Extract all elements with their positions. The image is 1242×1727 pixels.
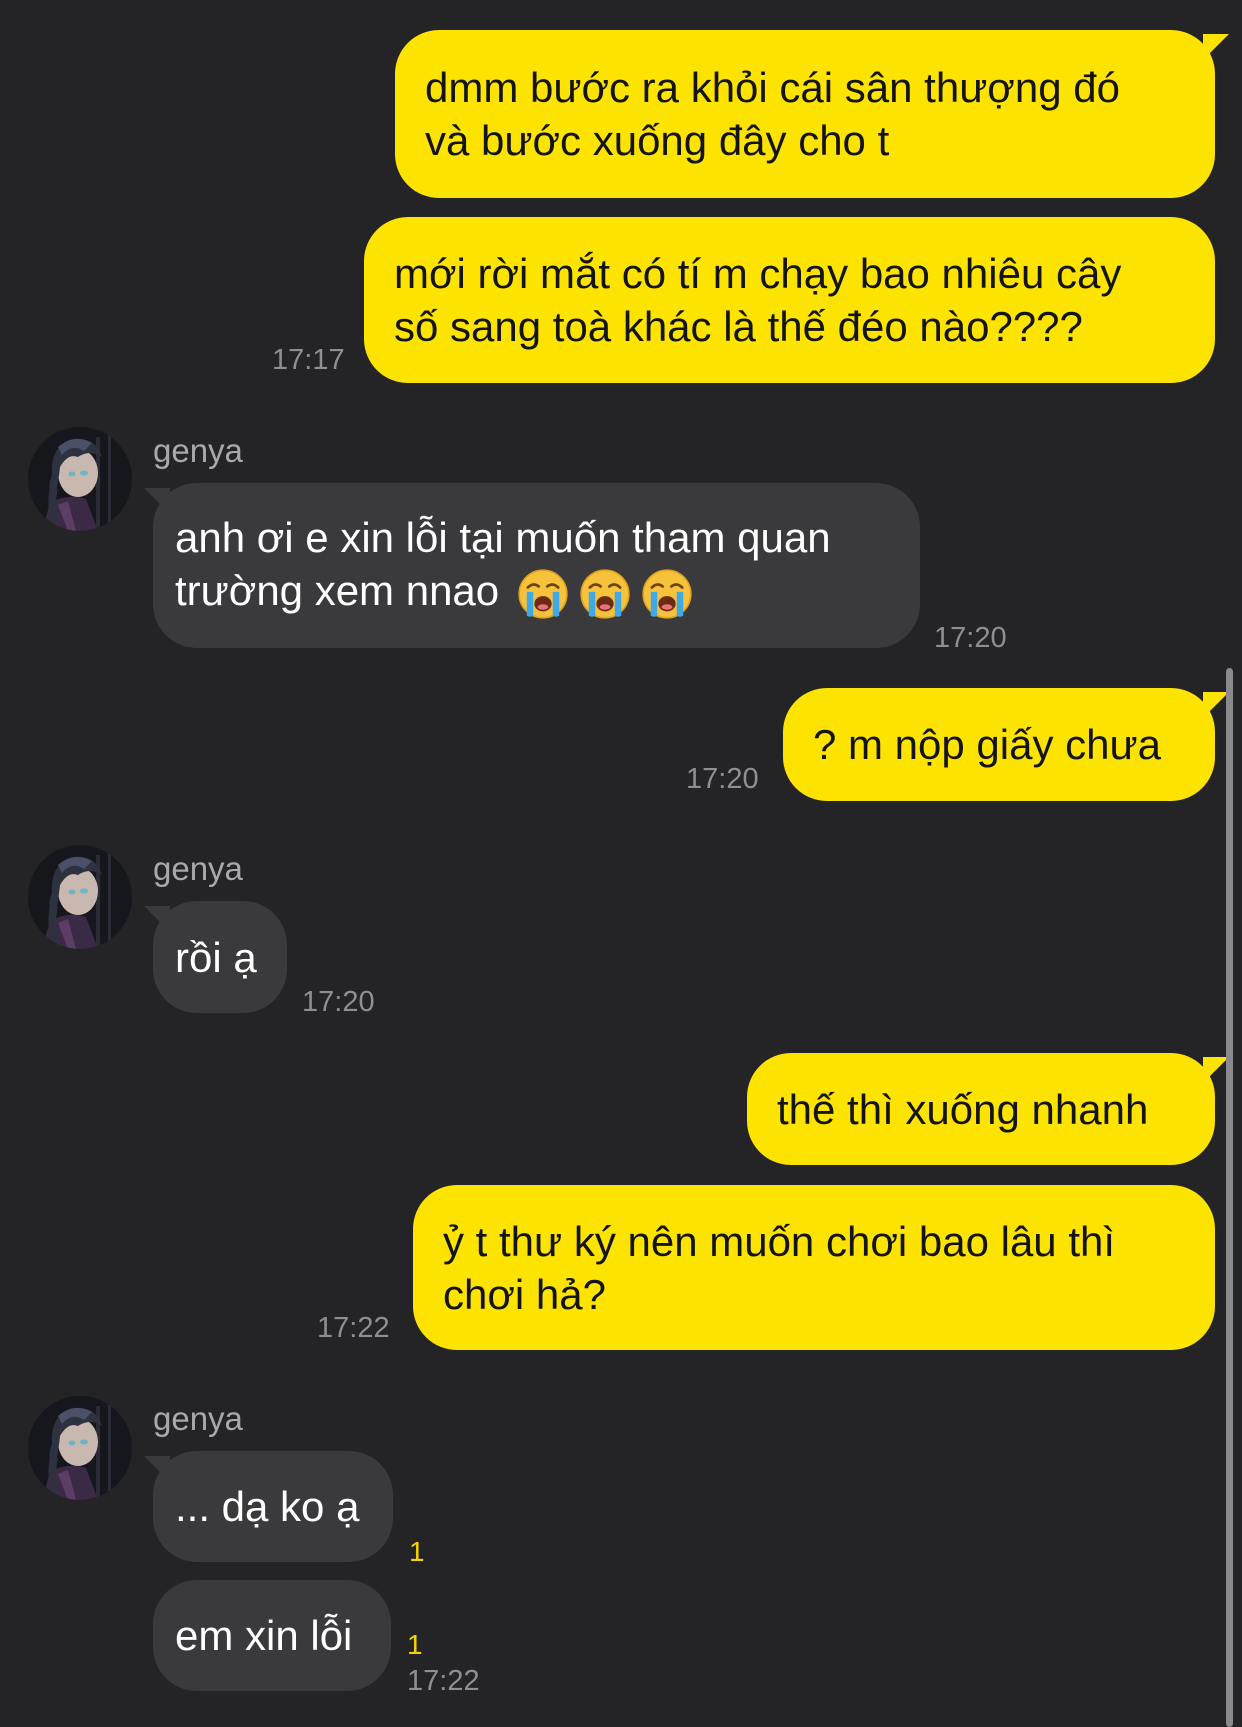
contact-avatar[interactable] xyxy=(28,1396,132,1500)
sender-name: genya xyxy=(153,850,243,887)
outgoing-message[interactable]: thế thì xuống nhanh xyxy=(747,1053,1215,1165)
message-line: rồi ạ xyxy=(175,933,257,981)
message-line: mới rời mắt có tí m chạy bao nhiêu cây xyxy=(394,250,1122,297)
bubble-tail xyxy=(1203,34,1229,60)
message-line: thế thì xuống nhanh xyxy=(777,1085,1149,1133)
scrollbar[interactable] xyxy=(1226,668,1233,1727)
avatar-image xyxy=(28,427,132,531)
message-line: ... dạ ko ạ xyxy=(175,1483,360,1530)
unread-count: 1 xyxy=(407,1629,423,1660)
message-timestamp: 17:20 xyxy=(302,986,375,1018)
message-timestamp: 17:17 xyxy=(272,344,345,376)
outgoing-message[interactable]: ? m nộp giấy chưa xyxy=(783,688,1215,801)
message-line: trường xem nnao xyxy=(175,567,500,615)
bubble-tail xyxy=(144,488,170,514)
message-timestamp: 17:22 xyxy=(317,1312,390,1344)
outgoing-message[interactable]: ỷ t thư ký nên muốn chơi bao lâu thì chơ… xyxy=(413,1185,1215,1350)
bubble-tail xyxy=(144,906,170,932)
message-line: em xin lỗi xyxy=(175,1612,353,1659)
contact-avatar[interactable] xyxy=(28,427,132,531)
crying-emoji-icon xyxy=(579,568,631,620)
message-line: chơi hả? xyxy=(443,1270,606,1318)
incoming-message[interactable]: rồi ạ xyxy=(153,901,287,1013)
message-line: ? m nộp giấy chưa xyxy=(813,721,1161,768)
incoming-message[interactable]: ... dạ ko ạ xyxy=(153,1451,393,1562)
unread-count: 1 xyxy=(409,1536,425,1567)
avatar-image xyxy=(28,845,132,949)
bubble-tail xyxy=(144,1456,170,1482)
outgoing-message[interactable]: mới rời mắt có tí m chạy bao nhiêu cây s… xyxy=(364,217,1215,383)
message-line: số sang toà khác là thế đéo nào???? xyxy=(394,303,1083,350)
message-timestamp: 17:20 xyxy=(686,763,759,795)
incoming-message[interactable]: anh ơi e xin lỗi tại muốn tham quan trườ… xyxy=(153,483,920,648)
message-line: anh ơi e xin lỗi tại muốn tham quan xyxy=(175,514,831,562)
avatar-image xyxy=(28,1396,132,1500)
message-line: và bước xuống đây cho t xyxy=(425,117,890,164)
message-line: ỷ t thư ký nên muốn chơi bao lâu thì xyxy=(443,1217,1116,1265)
crying-emoji-icon xyxy=(641,568,693,620)
message-timestamp: 17:20 xyxy=(934,622,1007,654)
message-timestamp: 17:22 xyxy=(407,1665,480,1697)
outgoing-message[interactable]: dmm bước ra khỏi cái sân thượng đó và bư… xyxy=(395,30,1215,198)
sender-name: genya xyxy=(153,432,243,469)
message-line-with-emoji: trường xem nnao xyxy=(175,564,898,620)
contact-avatar[interactable] xyxy=(28,845,132,949)
sender-name: genya xyxy=(153,1400,243,1437)
incoming-message[interactable]: em xin lỗi xyxy=(153,1580,391,1691)
message-line: dmm bước ra khỏi cái sân thượng đó xyxy=(425,64,1120,111)
crying-emoji-icon xyxy=(517,568,569,620)
